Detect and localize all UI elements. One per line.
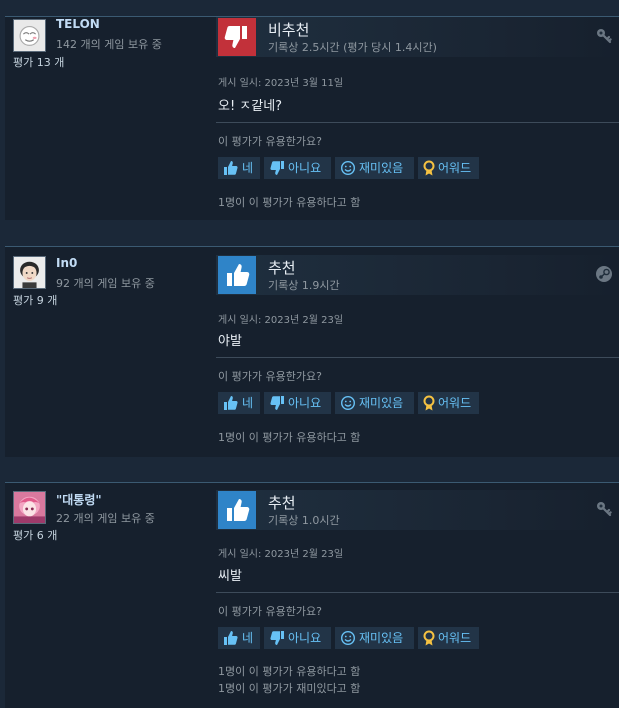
posted-date: 게시 일시: 2023년 3월 11일 [218, 78, 344, 89]
review-card: In0 92 개의 게임 보유 중 평가 9 개 추천 기록상 1.9시간 게시… [5, 246, 619, 457]
reviewer-name[interactable]: TELON [56, 17, 100, 31]
award-button[interactable]: 어워드 [418, 157, 479, 179]
divider [216, 122, 619, 123]
award-medal-icon [421, 630, 437, 646]
divider [216, 357, 619, 358]
review-text: 씨발 [218, 569, 242, 584]
review-verdict: 추천 [268, 494, 296, 512]
helpful-count: 1명이 이 평가가 유용하다고 함 [218, 431, 361, 444]
thumbs-down-icon [269, 160, 285, 176]
reviewer-name[interactable]: "대통령" [56, 491, 102, 508]
vote-yes-button[interactable]: 네 [218, 157, 260, 179]
award-label: 어워드 [438, 396, 472, 410]
vote-no-label: 아니요 [288, 396, 322, 410]
steam-logo-icon[interactable] [595, 265, 613, 283]
review-hours: 기록상 1.9시간 [268, 279, 340, 292]
vote-no-button[interactable]: 아니요 [264, 392, 331, 414]
award-medal-icon [421, 160, 437, 176]
vote-yes-button[interactable]: 네 [218, 392, 260, 414]
funny-count: 1명이 이 평가가 재미있다고 함 [218, 682, 361, 695]
posted-date: 게시 일시: 2023년 2월 23일 [218, 315, 344, 326]
review-hours: 기록상 2.5시간 (평가 당시 1.4시간) [268, 41, 437, 54]
award-label: 어워드 [438, 631, 472, 645]
vote-funny-button[interactable]: 재미있음 [335, 157, 414, 179]
award-key-icon[interactable] [595, 27, 613, 45]
smiley-icon [340, 395, 356, 411]
thumbs-down-icon [269, 395, 285, 411]
vote-funny-label: 재미있음 [359, 631, 404, 645]
helpful-count: 1명이 이 평가가 유용하다고 함 [218, 665, 361, 678]
review-card: TELON 142 개의 게임 보유 중 평가 13 개 비추천 기록상 2.5… [5, 16, 619, 220]
review-header[interactable]: 추천 기록상 1.9시간 [216, 255, 619, 295]
vote-yes-label: 네 [242, 631, 254, 645]
posted-date: 게시 일시: 2023년 2월 23일 [218, 549, 344, 560]
avatar[interactable] [13, 256, 46, 289]
vote-funny-button[interactable]: 재미있음 [335, 627, 414, 649]
review-header[interactable]: 비추천 기록상 2.5시간 (평가 당시 1.4시간) [216, 17, 619, 57]
award-button[interactable]: 어워드 [418, 392, 479, 414]
vote-yes-label: 네 [242, 396, 254, 410]
review-header[interactable]: 추천 기록상 1.0시간 [216, 490, 619, 530]
helpful-count: 1명이 이 평가가 유용하다고 함 [218, 196, 361, 209]
thumbs-up-icon [223, 395, 239, 411]
thumbs-down-icon [269, 630, 285, 646]
vote-no-label: 아니요 [288, 161, 322, 175]
award-button[interactable]: 어워드 [418, 627, 479, 649]
smiley-icon [340, 160, 356, 176]
vote-funny-label: 재미있음 [359, 396, 404, 410]
award-label: 어워드 [438, 161, 472, 175]
vote-yes-button[interactable]: 네 [218, 627, 260, 649]
reviewer-name[interactable]: In0 [56, 256, 77, 270]
reviewer-games-owned[interactable]: 142 개의 게임 보유 중 [56, 36, 162, 52]
award-medal-icon [421, 395, 437, 411]
helpful-question: 이 평가가 유용한가요? [218, 135, 322, 148]
vote-funny-button[interactable]: 재미있음 [335, 392, 414, 414]
vote-yes-label: 네 [242, 161, 254, 175]
vote-no-button[interactable]: 아니요 [264, 627, 331, 649]
review-text: 야발 [218, 334, 242, 349]
thumbs-up-icon [218, 491, 256, 529]
avatar[interactable] [13, 491, 46, 524]
thumbs-down-icon [218, 18, 256, 56]
reviewer-review-count[interactable]: 평가 13 개 [13, 54, 64, 70]
smiley-icon [340, 630, 356, 646]
reviewer-review-count[interactable]: 평가 6 개 [13, 527, 57, 543]
helpful-question: 이 평가가 유용한가요? [218, 370, 322, 383]
thumbs-up-icon [218, 256, 256, 294]
reviewer-games-owned[interactable]: 22 개의 게임 보유 중 [56, 510, 155, 526]
reviewer-review-count[interactable]: 평가 9 개 [13, 292, 57, 308]
vote-funny-label: 재미있음 [359, 161, 404, 175]
avatar[interactable] [13, 19, 46, 52]
divider [216, 592, 619, 593]
vote-no-button[interactable]: 아니요 [264, 157, 331, 179]
review-verdict: 추천 [268, 259, 296, 277]
review-text: 오! ㅈ같네? [218, 99, 283, 114]
reviewer-games-owned[interactable]: 92 개의 게임 보유 중 [56, 275, 155, 291]
thumbs-up-icon [223, 630, 239, 646]
helpful-question: 이 평가가 유용한가요? [218, 605, 322, 618]
review-hours: 기록상 1.0시간 [268, 514, 340, 527]
review-card: "대통령" 22 개의 게임 보유 중 평가 6 개 추천 기록상 1.0시간 … [5, 482, 619, 708]
award-key-icon[interactable] [595, 500, 613, 518]
vote-no-label: 아니요 [288, 631, 322, 645]
thumbs-up-icon [223, 160, 239, 176]
review-verdict: 비추천 [268, 21, 310, 39]
